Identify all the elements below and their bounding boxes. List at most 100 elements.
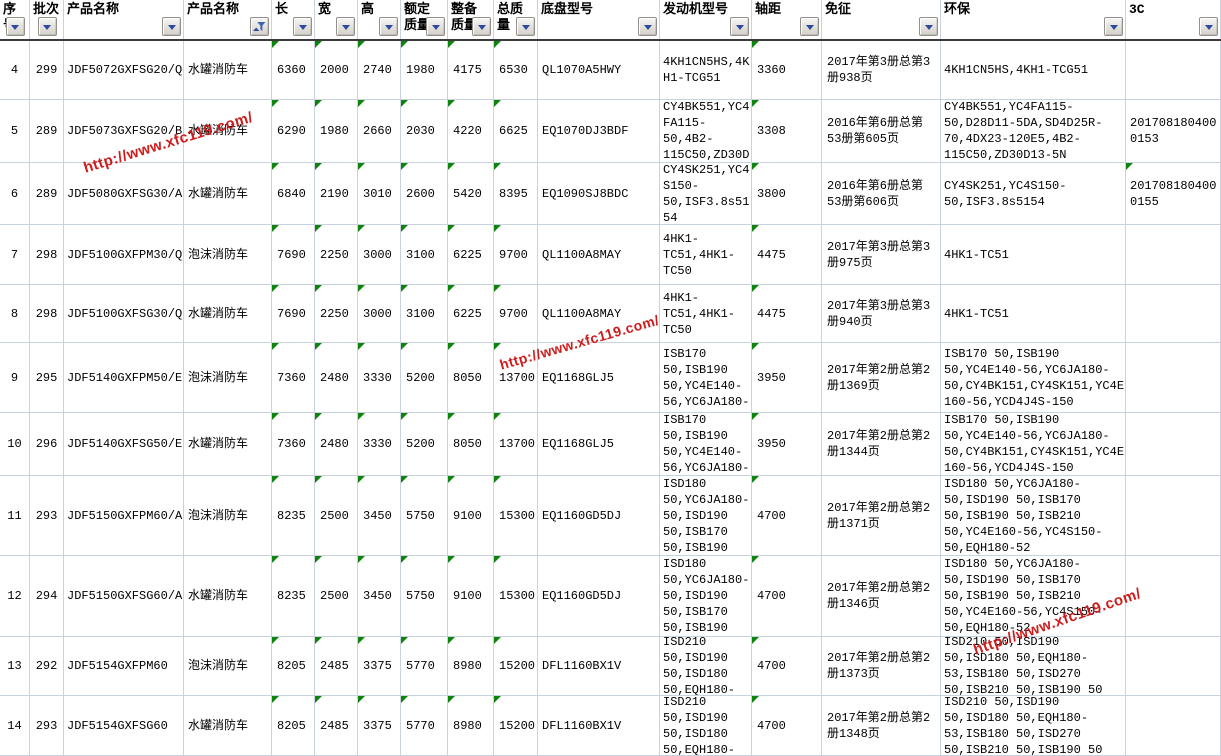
- cell-seq-row13[interactable]: 13: [0, 637, 30, 696]
- cell-c3-row11[interactable]: [1126, 476, 1221, 556]
- cell-chassis-row11[interactable]: EQ1160GD5DJ: [538, 476, 660, 556]
- cell-chassis-row4[interactable]: QL1070A5HWY: [538, 41, 660, 100]
- cell-height-row8[interactable]: 3000: [358, 285, 401, 343]
- cell-total_mass-row5[interactable]: 6625: [494, 100, 538, 163]
- cell-curb_mass-row14[interactable]: 8980: [448, 696, 494, 756]
- cell-env-row12[interactable]: ISD180 50,YC6JA180- 50,ISD190 50,ISB170 …: [941, 556, 1126, 637]
- cell-seq-row8[interactable]: 8: [0, 285, 30, 343]
- cell-rated_mass-row8[interactable]: 3100: [401, 285, 448, 343]
- cell-env-row13[interactable]: ISD210 50,ISD190 50,ISD180 50,EQH180- 53…: [941, 637, 1126, 696]
- cell-length-row8[interactable]: 7690: [272, 285, 315, 343]
- cell-batch-row13[interactable]: 292: [30, 637, 64, 696]
- cell-env-row7[interactable]: 4HK1-TC51: [941, 225, 1126, 285]
- cell-engine-row6[interactable]: CY4SK251,YC4 S150- 50,ISF3.8s51 54: [660, 163, 752, 225]
- cell-env-row4[interactable]: 4KH1CN5HS,4KH1-TCG51: [941, 41, 1126, 100]
- cell-c3-row4[interactable]: [1126, 41, 1221, 100]
- cell-height-row12[interactable]: 3450: [358, 556, 401, 637]
- cell-total_mass-row14[interactable]: 15200: [494, 696, 538, 756]
- cell-batch-row9[interactable]: 295: [30, 343, 64, 413]
- cell-rated_mass-row9[interactable]: 5200: [401, 343, 448, 413]
- cell-batch-row14[interactable]: 293: [30, 696, 64, 756]
- cell-curb_mass-row9[interactable]: 8050: [448, 343, 494, 413]
- cell-c3-row14[interactable]: [1126, 696, 1221, 756]
- filter-active-button-product_name[interactable]: [250, 17, 269, 36]
- cell-curb_mass-row4[interactable]: 4175: [448, 41, 494, 100]
- cell-rated_mass-row6[interactable]: 2600: [401, 163, 448, 225]
- cell-rated_mass-row12[interactable]: 5750: [401, 556, 448, 637]
- cell-exempt-row12[interactable]: 2017年第2册总第2 册1346页: [822, 556, 941, 637]
- cell-chassis-row5[interactable]: EQ1070DJ3BDF: [538, 100, 660, 163]
- cell-seq-row10[interactable]: 10: [0, 413, 30, 476]
- cell-length-row10[interactable]: 7360: [272, 413, 315, 476]
- cell-chassis-row13[interactable]: DFL1160BX1V: [538, 637, 660, 696]
- cell-length-row4[interactable]: 6360: [272, 41, 315, 100]
- cell-height-row11[interactable]: 3450: [358, 476, 401, 556]
- cell-c3-row6[interactable]: 201708180400 0155: [1126, 163, 1221, 225]
- cell-length-row7[interactable]: 7690: [272, 225, 315, 285]
- cell-product_name-row11[interactable]: 泡沫消防车: [184, 476, 272, 556]
- cell-wheelbase-row7[interactable]: 4475: [752, 225, 822, 285]
- cell-curb_mass-row11[interactable]: 9100: [448, 476, 494, 556]
- filter-dropdown-button-total_mass[interactable]: [516, 17, 535, 36]
- filter-dropdown-button-exempt[interactable]: [919, 17, 938, 36]
- cell-width-row13[interactable]: 2485: [315, 637, 358, 696]
- cell-exempt-row8[interactable]: 2017年第3册总第3 册940页: [822, 285, 941, 343]
- cell-total_mass-row9[interactable]: 13700: [494, 343, 538, 413]
- cell-exempt-row10[interactable]: 2017年第2册总第2 册1344页: [822, 413, 941, 476]
- cell-wheelbase-row6[interactable]: 3800: [752, 163, 822, 225]
- cell-c3-row12[interactable]: [1126, 556, 1221, 637]
- cell-width-row11[interactable]: 2500: [315, 476, 358, 556]
- cell-chassis-row8[interactable]: QL1100A8MAY: [538, 285, 660, 343]
- cell-curb_mass-row5[interactable]: 4220: [448, 100, 494, 163]
- cell-chassis-row7[interactable]: QL1100A8MAY: [538, 225, 660, 285]
- cell-batch-row8[interactable]: 298: [30, 285, 64, 343]
- cell-exempt-row14[interactable]: 2017年第2册总第2 册1348页: [822, 696, 941, 756]
- cell-exempt-row7[interactable]: 2017年第3册总第3 册975页: [822, 225, 941, 285]
- cell-curb_mass-row7[interactable]: 6225: [448, 225, 494, 285]
- cell-height-row6[interactable]: 3010: [358, 163, 401, 225]
- cell-engine-row9[interactable]: ISB170 50,ISB190 50,YC4E140- 56,YC6JA180…: [660, 343, 752, 413]
- cell-total_mass-row6[interactable]: 8395: [494, 163, 538, 225]
- cell-c3-row9[interactable]: [1126, 343, 1221, 413]
- cell-total_mass-row11[interactable]: 15300: [494, 476, 538, 556]
- cell-height-row5[interactable]: 2660: [358, 100, 401, 163]
- cell-wheelbase-row10[interactable]: 3950: [752, 413, 822, 476]
- cell-seq-row9[interactable]: 9: [0, 343, 30, 413]
- cell-wheelbase-row5[interactable]: 3308: [752, 100, 822, 163]
- cell-product_code-row7[interactable]: JDF5100GXFPM30/Q: [64, 225, 184, 285]
- cell-chassis-row12[interactable]: EQ1160GD5DJ: [538, 556, 660, 637]
- cell-wheelbase-row11[interactable]: 4700: [752, 476, 822, 556]
- cell-curb_mass-row12[interactable]: 9100: [448, 556, 494, 637]
- cell-env-row11[interactable]: ISD180 50,YC6JA180- 50,ISD190 50,ISB170 …: [941, 476, 1126, 556]
- cell-product_name-row7[interactable]: 泡沫消防车: [184, 225, 272, 285]
- cell-batch-row11[interactable]: 293: [30, 476, 64, 556]
- cell-product_name-row12[interactable]: 水罐消防车: [184, 556, 272, 637]
- filter-dropdown-button-length[interactable]: [293, 17, 312, 36]
- cell-batch-row12[interactable]: 294: [30, 556, 64, 637]
- cell-rated_mass-row11[interactable]: 5750: [401, 476, 448, 556]
- cell-env-row10[interactable]: ISB170 50,ISB190 50,YC4E140-56,YC6JA180-…: [941, 413, 1126, 476]
- cell-c3-row5[interactable]: 201708180400 0153: [1126, 100, 1221, 163]
- cell-rated_mass-row5[interactable]: 2030: [401, 100, 448, 163]
- filter-dropdown-button-c3[interactable]: [1199, 17, 1218, 36]
- cell-exempt-row11[interactable]: 2017年第2册总第2 册1371页: [822, 476, 941, 556]
- cell-rated_mass-row4[interactable]: 1980: [401, 41, 448, 100]
- cell-wheelbase-row4[interactable]: 3360: [752, 41, 822, 100]
- cell-engine-row7[interactable]: 4HK1- TC51,4HK1- TC50: [660, 225, 752, 285]
- cell-width-row7[interactable]: 2250: [315, 225, 358, 285]
- cell-seq-row7[interactable]: 7: [0, 225, 30, 285]
- cell-width-row4[interactable]: 2000: [315, 41, 358, 100]
- cell-total_mass-row12[interactable]: 15300: [494, 556, 538, 637]
- cell-product_code-row10[interactable]: JDF5140GXFSG50/E: [64, 413, 184, 476]
- cell-width-row14[interactable]: 2485: [315, 696, 358, 756]
- cell-seq-row4[interactable]: 4: [0, 41, 30, 100]
- cell-total_mass-row13[interactable]: 15200: [494, 637, 538, 696]
- cell-length-row13[interactable]: 8205: [272, 637, 315, 696]
- cell-product_name-row4[interactable]: 水罐消防车: [184, 41, 272, 100]
- cell-length-row12[interactable]: 8235: [272, 556, 315, 637]
- cell-env-row8[interactable]: 4HK1-TC51: [941, 285, 1126, 343]
- cell-total_mass-row4[interactable]: 6530: [494, 41, 538, 100]
- cell-batch-row6[interactable]: 289: [30, 163, 64, 225]
- filter-dropdown-button-curb_mass[interactable]: [472, 17, 491, 36]
- cell-seq-row5[interactable]: 5: [0, 100, 30, 163]
